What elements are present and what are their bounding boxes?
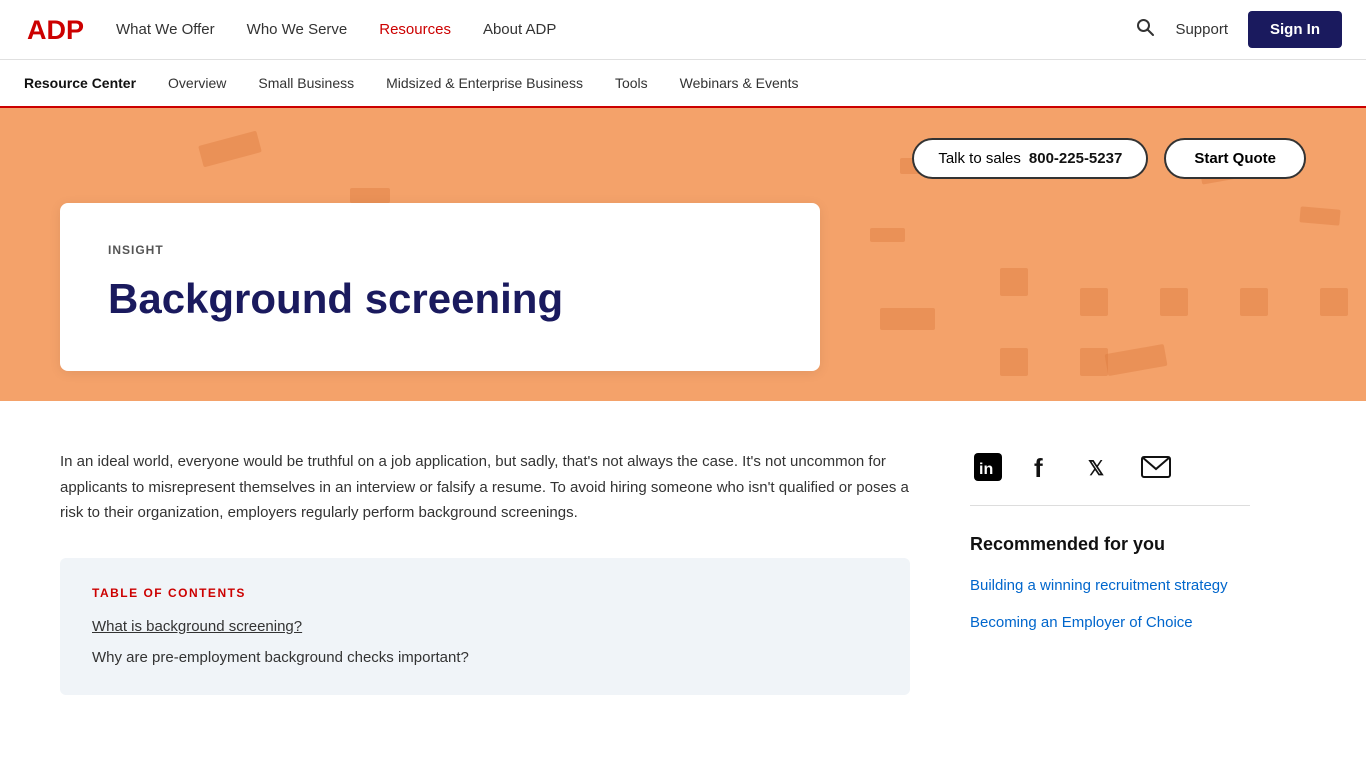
top-nav: ADP What We Offer Who We Serve Resources… bbox=[0, 0, 1366, 60]
email-icon[interactable] bbox=[1138, 449, 1174, 485]
rec-link-1[interactable]: Building a winning recruitment strategy bbox=[970, 575, 1250, 596]
sec-nav-midsized-enterprise[interactable]: Midsized & Enterprise Business bbox=[386, 75, 583, 91]
recommended-title: Recommended for you bbox=[970, 534, 1250, 555]
twitter-icon[interactable]: 𝕏 bbox=[1082, 449, 1118, 485]
toc-link-1[interactable]: What is background screening? bbox=[92, 618, 878, 635]
sidebar: in f 𝕏 Recommended for you Bui bbox=[970, 449, 1250, 695]
svg-text:f: f bbox=[1034, 453, 1043, 481]
secondary-nav: Resource Center Overview Small Business … bbox=[0, 60, 1366, 108]
svg-text:in: in bbox=[979, 461, 993, 478]
svg-text:ADP: ADP bbox=[27, 15, 84, 45]
nav-resources[interactable]: Resources bbox=[379, 21, 451, 38]
phone-number: 800-225-5237 bbox=[1029, 150, 1122, 167]
support-link[interactable]: Support bbox=[1175, 21, 1228, 38]
rec-link-2[interactable]: Becoming an Employer of Choice bbox=[970, 612, 1250, 633]
sec-nav-resource-center[interactable]: Resource Center bbox=[24, 75, 136, 91]
search-button[interactable] bbox=[1135, 17, 1155, 42]
nav-right: Support Sign In bbox=[1135, 11, 1342, 48]
hero-tag: INSIGHT bbox=[108, 243, 772, 257]
toc-label: TABLE OF CONTENTS bbox=[92, 586, 878, 600]
nav-what-we-offer[interactable]: What We Offer bbox=[116, 21, 215, 38]
hero-card: INSIGHT Background screening bbox=[60, 203, 820, 371]
sign-in-button[interactable]: Sign In bbox=[1248, 11, 1342, 48]
main-content: In an ideal world, everyone would be tru… bbox=[0, 401, 1366, 735]
talk-to-sales-label: Talk to sales bbox=[938, 150, 1021, 167]
hero-banner: Talk to sales 800-225-5237 Start Quote I… bbox=[0, 108, 1366, 401]
article-body: In an ideal world, everyone would be tru… bbox=[60, 449, 910, 695]
adp-logo[interactable]: ADP bbox=[24, 12, 116, 48]
nav-about-adp[interactable]: About ADP bbox=[483, 21, 556, 38]
toc-item-2: Why are pre-employment background checks… bbox=[92, 649, 469, 666]
article-intro: In an ideal world, everyone would be tru… bbox=[60, 449, 910, 526]
hero-cta-row: Talk to sales 800-225-5237 Start Quote bbox=[60, 138, 1306, 179]
table-of-contents: TABLE OF CONTENTS What is background scr… bbox=[60, 558, 910, 695]
nav-who-we-serve[interactable]: Who We Serve bbox=[247, 21, 348, 38]
linkedin-icon[interactable]: in bbox=[970, 449, 1006, 485]
talk-to-sales-button[interactable]: Talk to sales 800-225-5237 bbox=[912, 138, 1148, 179]
nav-links: What We Offer Who We Serve Resources Abo… bbox=[116, 21, 1135, 38]
sec-nav-tools[interactable]: Tools bbox=[615, 75, 648, 91]
sec-nav-webinars-events[interactable]: Webinars & Events bbox=[680, 75, 799, 91]
svg-text:𝕏: 𝕏 bbox=[1088, 458, 1104, 480]
hero-title: Background screening bbox=[108, 275, 772, 323]
facebook-icon[interactable]: f bbox=[1026, 449, 1062, 485]
sec-nav-small-business[interactable]: Small Business bbox=[258, 75, 354, 91]
social-icons-row: in f 𝕏 bbox=[970, 449, 1250, 506]
start-quote-button[interactable]: Start Quote bbox=[1164, 138, 1306, 179]
sec-nav-overview[interactable]: Overview bbox=[168, 75, 226, 91]
